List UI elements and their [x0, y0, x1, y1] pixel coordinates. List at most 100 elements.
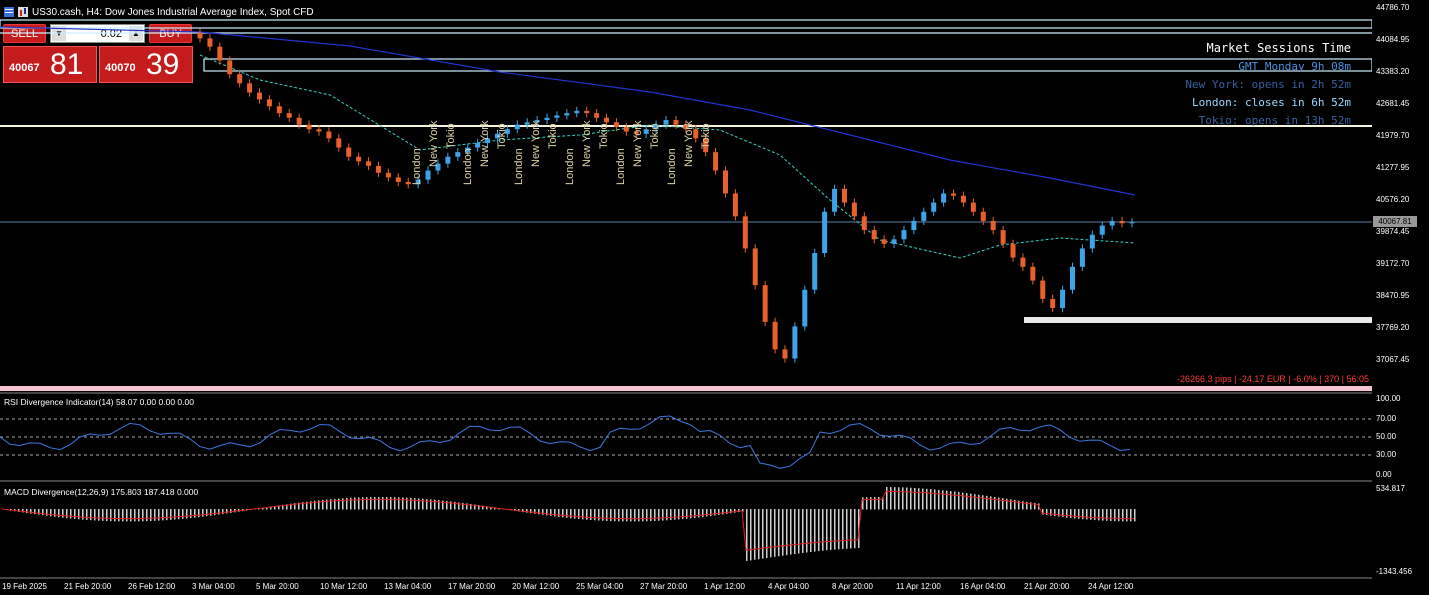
price-tick: 42681.45 — [1376, 99, 1410, 108]
candle-body — [346, 147, 352, 157]
price-tick: 44786.70 — [1376, 3, 1410, 12]
macd-bar — [70, 509, 72, 519]
session-label: Tokio — [700, 123, 712, 149]
macd-bar — [570, 509, 572, 519]
macd-bar — [1106, 509, 1108, 521]
macd-bar — [746, 509, 748, 561]
macd-bar — [174, 509, 176, 520]
macd-bar — [374, 497, 376, 510]
macd-bar — [150, 509, 152, 522]
candle-body — [385, 172, 391, 178]
macd-bar — [1070, 509, 1072, 518]
rsi-tick: 30.00 — [1376, 450, 1397, 459]
macd-bar — [1110, 509, 1112, 522]
time-tick: 25 Mar 04:00 — [576, 582, 624, 591]
macd-bar — [118, 509, 120, 522]
session-label: Tokio — [547, 123, 559, 149]
macd-bar — [222, 509, 224, 515]
session-label: Tokio — [496, 123, 508, 149]
macd-bar — [650, 509, 652, 522]
macd-bar — [590, 509, 592, 521]
macd-bar — [578, 509, 580, 520]
session-tokio: Tokio: opens in 13h 52m — [1198, 114, 1351, 127]
macd-bar — [946, 490, 948, 510]
candle-body — [514, 124, 520, 130]
macd-bar — [686, 509, 688, 519]
candle-body — [901, 230, 907, 240]
candle-body — [1020, 257, 1026, 267]
candle-body — [217, 46, 223, 61]
price-chart[interactable]: London New York Tokio London New York Tokio Lo… — [0, 0, 1372, 595]
candle-body — [812, 253, 818, 290]
macd-bar — [194, 509, 196, 518]
candle-body — [752, 248, 758, 286]
candle-body — [207, 38, 213, 47]
rsi-indicator-title: RSI Divergence Indicator(14) 58.07 0.00 … — [4, 397, 194, 407]
macd-bar — [538, 509, 540, 515]
macd-bar — [986, 495, 988, 510]
candle-body — [951, 193, 957, 196]
macd-bar — [630, 509, 632, 522]
candles-group — [197, 28, 1135, 363]
macd-bar — [930, 489, 932, 510]
macd-bar — [62, 509, 64, 518]
macd-bar — [994, 497, 996, 510]
macd-bar — [582, 509, 584, 520]
macd-bar — [766, 509, 768, 559]
resistance-zone-top — [0, 19, 1372, 29]
candle-body — [663, 120, 669, 125]
macd-bar — [622, 509, 624, 522]
time-tick: 21 Apr 20:00 — [1024, 582, 1070, 591]
macd-bar — [86, 509, 88, 520]
macd-bar — [990, 496, 992, 510]
macd-bar — [210, 509, 212, 516]
macd-bar — [114, 509, 116, 522]
candle-body — [1109, 220, 1115, 226]
macd-bar — [142, 509, 144, 522]
macd-bar — [90, 509, 92, 521]
price-tick: 43383.20 — [1376, 67, 1410, 76]
time-tick: 3 Mar 04:00 — [192, 582, 235, 591]
macd-bar — [586, 509, 588, 520]
macd-bar — [554, 509, 556, 517]
macd-bar — [838, 509, 840, 550]
time-tick: 20 Mar 12:00 — [512, 582, 560, 591]
macd-bar — [814, 509, 816, 552]
price-axis[interactable]: 44786.70 44084.95 43383.20 42681.45 4197… — [1372, 0, 1429, 595]
macd-bar — [370, 497, 372, 510]
candle-body — [296, 117, 302, 125]
candle-body — [445, 156, 451, 164]
time-tick: 27 Mar 20:00 — [640, 582, 688, 591]
macd-bar — [798, 509, 800, 554]
price-tick: 41277.95 — [1376, 163, 1410, 172]
candle-body — [732, 193, 738, 217]
session-label: London — [411, 148, 423, 185]
candle-body — [316, 129, 322, 132]
macd-bar — [758, 509, 760, 560]
macd-tick: -1343.456 — [1376, 567, 1413, 576]
macd-bar — [226, 509, 228, 514]
time-tick: 8 Apr 20:00 — [832, 582, 873, 591]
time-tick: 5 Mar 20:00 — [256, 582, 299, 591]
macd-bar — [690, 509, 692, 519]
macd-bar — [802, 509, 804, 553]
macd-bar — [958, 492, 960, 510]
macd-bar — [1098, 509, 1100, 521]
macd-bar — [634, 509, 636, 522]
rsi-line — [0, 415, 1131, 469]
macd-bar — [1134, 509, 1136, 522]
macd-bar — [206, 509, 208, 517]
candle-body — [851, 202, 857, 217]
macd-bar — [562, 509, 564, 518]
time-tick: 11 Apr 12:00 — [896, 582, 941, 591]
macd-bar — [782, 509, 784, 556]
candle-body — [375, 165, 381, 173]
candle-body — [544, 117, 550, 121]
macd-bar — [218, 509, 220, 515]
macd-bar — [158, 509, 160, 521]
candle-body — [722, 170, 728, 194]
macd-bar — [1058, 509, 1060, 517]
time-tick: 4 Apr 04:00 — [768, 582, 809, 591]
macd-bar — [914, 487, 916, 510]
price-tick: 39874.45 — [1376, 227, 1410, 236]
